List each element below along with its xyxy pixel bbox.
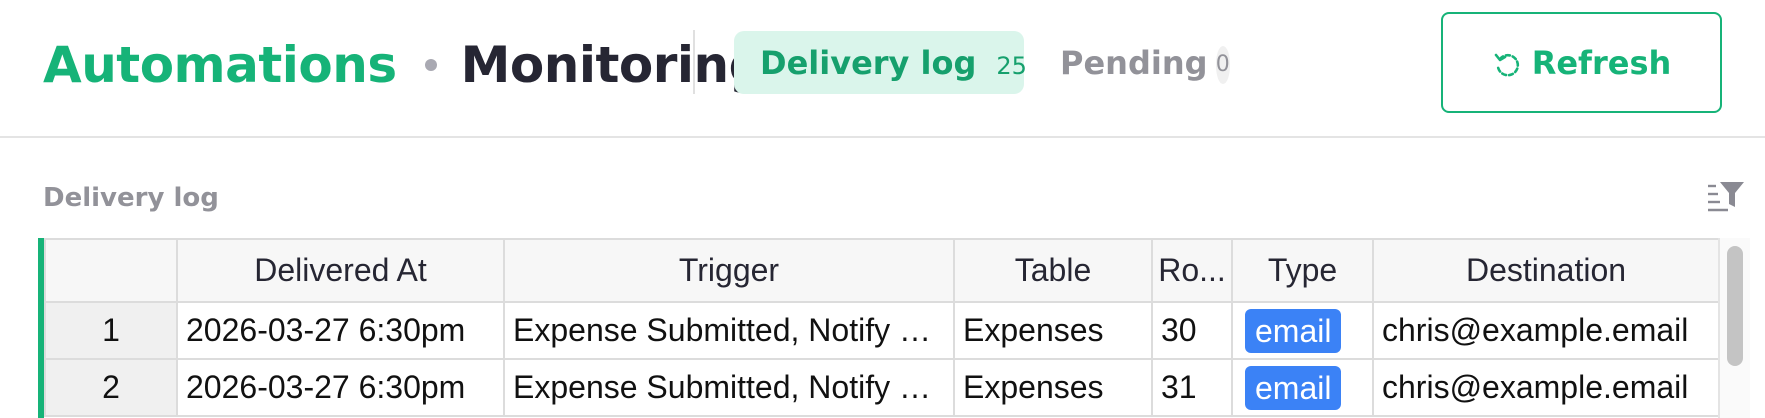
tab-pending[interactable]: Pending 0 bbox=[1060, 31, 1230, 94]
column-header-type[interactable]: Type bbox=[1231, 238, 1374, 303]
row-number: 2 bbox=[44, 358, 178, 417]
cell-destination[interactable]: chris@example.email bbox=[1372, 358, 1720, 417]
column-header-delivered-at[interactable]: Delivered At bbox=[176, 238, 505, 303]
type-badge: email bbox=[1245, 365, 1342, 410]
refresh-button[interactable]: Refresh bbox=[1441, 12, 1722, 113]
filter-icon[interactable] bbox=[1706, 180, 1746, 214]
header-divider bbox=[693, 30, 695, 94]
cell-table[interactable]: Expenses bbox=[953, 301, 1153, 360]
cell-row[interactable]: 31 bbox=[1151, 358, 1233, 417]
breadcrumb-automations-link[interactable]: Automations bbox=[43, 36, 397, 94]
section-title: Delivery log bbox=[43, 183, 219, 213]
cell-row[interactable]: 30 bbox=[1151, 301, 1233, 360]
cell-trigger[interactable]: Expense Submitted, Notify … bbox=[503, 358, 955, 417]
cell-trigger[interactable]: Expense Submitted, Notify … bbox=[503, 301, 955, 360]
row-number-header bbox=[44, 238, 178, 303]
page-header: Automations Monitoring Delivery log 25 P… bbox=[0, 0, 1765, 138]
page-title: Monitoring bbox=[460, 36, 765, 94]
scrollbar-thumb[interactable] bbox=[1727, 246, 1743, 366]
table-row[interactable]: 2 2026-03-27 6:30pm Expense Submitted, N… bbox=[44, 358, 1720, 417]
delivery-log-table: Delivered At Trigger Table Ro... Type De… bbox=[44, 238, 1720, 417]
breadcrumb-separator-dot bbox=[424, 59, 437, 71]
cell-destination[interactable]: chris@example.email bbox=[1372, 301, 1720, 360]
cell-type[interactable]: email bbox=[1231, 301, 1374, 360]
header-row: Delivered At Trigger Table Ro... Type De… bbox=[44, 238, 1720, 303]
column-header-row[interactable]: Ro... bbox=[1151, 238, 1233, 303]
cell-table[interactable]: Expenses bbox=[953, 358, 1153, 417]
refresh-button-label: Refresh bbox=[1531, 43, 1672, 82]
cell-delivered-at[interactable]: 2026-03-27 6:30pm bbox=[176, 301, 505, 360]
column-header-table[interactable]: Table bbox=[953, 238, 1153, 303]
column-header-trigger[interactable]: Trigger bbox=[503, 238, 955, 303]
tab-pending-count: 0 bbox=[1215, 45, 1230, 84]
cell-delivered-at[interactable]: 2026-03-27 6:30pm bbox=[176, 358, 505, 417]
row-number: 1 bbox=[44, 301, 178, 360]
table-row[interactable]: 1 2026-03-27 6:30pm Expense Submitted, N… bbox=[44, 301, 1720, 360]
type-badge: email bbox=[1245, 308, 1342, 353]
column-header-destination[interactable]: Destination bbox=[1372, 238, 1720, 303]
tab-delivery-log-label: Delivery log bbox=[760, 43, 977, 82]
tab-delivery-log[interactable]: Delivery log 25 bbox=[734, 31, 1027, 94]
delivery-log-grid: Delivered At Trigger Table Ro... Type De… bbox=[38, 238, 1750, 418]
refresh-icon bbox=[1494, 53, 1519, 76]
cell-type[interactable]: email bbox=[1231, 358, 1374, 417]
tab-pending-label: Pending bbox=[1060, 43, 1208, 82]
breadcrumb: Automations Monitoring bbox=[43, 34, 764, 96]
tab-delivery-log-count: 25 bbox=[996, 51, 1027, 80]
